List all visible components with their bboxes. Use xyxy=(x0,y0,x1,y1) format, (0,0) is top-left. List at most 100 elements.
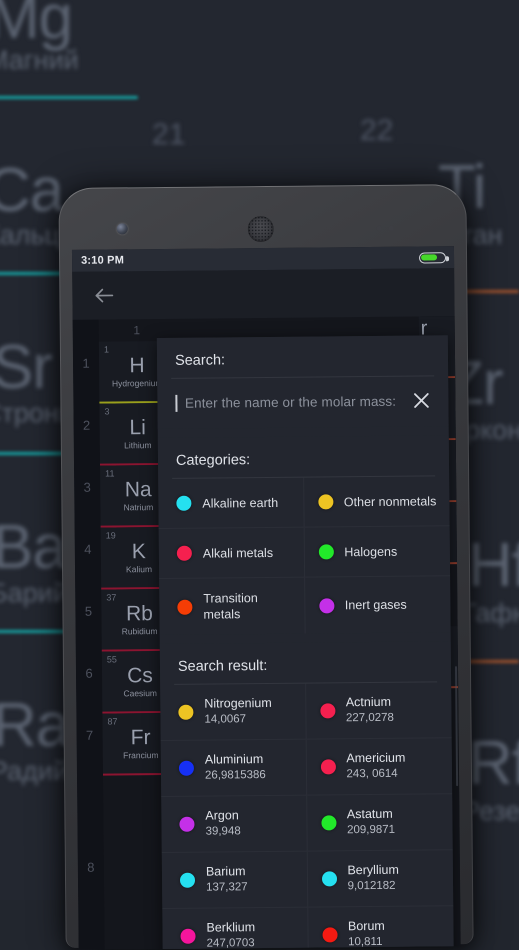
status-bar-clock: 3:10 PM xyxy=(81,254,124,266)
result-name: Nitrogenium xyxy=(204,695,272,712)
period-number-1: 1 xyxy=(73,356,99,371)
phone-device-frame: 3:10 PM 1 2 3 4 5 6 7 8 1 1 H xyxy=(58,184,473,948)
result-mass: 243, 0614 xyxy=(346,767,405,783)
category-color-dot xyxy=(177,546,192,561)
result-color-dot xyxy=(320,759,335,774)
result-name: Beryllium xyxy=(347,862,399,879)
earpiece-speaker-icon xyxy=(248,216,274,242)
category-color-dot xyxy=(319,598,334,613)
category-color-dot xyxy=(177,599,192,614)
front-camera-icon xyxy=(117,223,128,234)
result-item-astatum[interactable]: Astatum 209,9871 xyxy=(307,794,453,851)
result-item-actnium[interactable]: Actnium 227,0278 xyxy=(306,682,452,739)
result-color-dot xyxy=(322,927,337,942)
close-icon[interactable] xyxy=(410,389,432,411)
result-color-dot xyxy=(179,817,194,832)
result-mass: 209,9871 xyxy=(347,823,395,839)
category-label: Transition metals xyxy=(203,590,294,623)
categories-title: Categories: xyxy=(158,435,449,478)
category-item-alkaline-earth[interactable]: Alkaline earth xyxy=(158,478,304,529)
light-sensor-icon xyxy=(389,226,394,231)
result-name: Barium xyxy=(206,863,248,880)
result-name: Astatum xyxy=(347,806,395,823)
backdrop-rule-hf xyxy=(468,660,519,663)
result-item-borum[interactable]: Borum 10,811 xyxy=(308,906,454,950)
search-input-placeholder: Enter the name or the molar mass: xyxy=(185,393,403,410)
text-caret xyxy=(175,394,177,411)
result-item-berklium[interactable]: Berklium 247,0703 xyxy=(162,908,308,950)
result-color-dot xyxy=(321,871,336,886)
backdrop-symbol-ra: Ra xyxy=(0,690,69,761)
result-mass: 227,0278 xyxy=(346,711,394,727)
result-color-dot xyxy=(180,929,195,944)
category-label: Alkaline earth xyxy=(202,494,278,511)
search-title: Search: xyxy=(157,335,448,378)
period-number-8: 8 xyxy=(78,860,104,875)
result-name: Borum xyxy=(348,918,385,935)
category-label: Other nonmetals xyxy=(344,493,437,510)
result-name: Berklium xyxy=(206,919,255,936)
category-color-dot xyxy=(318,494,333,509)
result-color-dot xyxy=(320,703,335,718)
proximity-sensor-icon xyxy=(377,226,382,231)
result-name: Actnium xyxy=(346,694,394,711)
phone-screen: 3:10 PM 1 2 3 4 5 6 7 8 1 1 H xyxy=(72,246,461,950)
category-item-transition-metals[interactable]: Transition metals xyxy=(159,578,305,635)
result-item-americium[interactable]: Americium 243, 0614 xyxy=(306,738,452,795)
result-color-dot xyxy=(321,815,336,830)
result-name: Argon xyxy=(205,807,240,824)
search-result-title: Search result: xyxy=(160,641,451,684)
backdrop-symbol-sr: Sr xyxy=(0,332,52,403)
category-label: Halogens xyxy=(344,543,397,560)
result-mass: 26,9815386 xyxy=(205,768,266,784)
result-mass: 14,0067 xyxy=(204,712,272,728)
category-item-inert-gases[interactable]: Inert gases xyxy=(305,576,451,633)
categories-grid: Alkaline earth Other nonmetals Alkali me… xyxy=(158,476,450,635)
backdrop-symbol-ba: Ba xyxy=(0,512,66,583)
category-item-alkali-metals[interactable]: Alkali metals xyxy=(159,528,305,579)
period-number-3: 3 xyxy=(74,480,100,495)
result-mass: 9,012182 xyxy=(348,879,400,895)
result-item-nitrogenium[interactable]: Nitrogenium 14,0067 xyxy=(160,684,306,741)
category-label: Inert gases xyxy=(345,597,407,614)
app-bar xyxy=(72,268,454,320)
back-arrow-icon[interactable] xyxy=(92,283,116,307)
result-color-dot xyxy=(179,761,194,776)
period-number-5: 5 xyxy=(75,604,101,619)
period-number-4: 4 xyxy=(75,542,101,557)
period-number-7: 7 xyxy=(77,728,103,743)
result-item-beryllium[interactable]: Beryllium 9,012182 xyxy=(307,850,453,907)
backdrop-number-22: 22 xyxy=(360,114,393,148)
result-item-argon[interactable]: Argon 39,948 xyxy=(161,796,307,853)
categories-card: Categories: Alkaline earth Other nonmeta… xyxy=(158,435,451,635)
search-dialog: Search: Enter the name or the molar mass… xyxy=(157,335,454,950)
category-color-dot xyxy=(318,544,333,559)
backdrop-rule-mg xyxy=(0,96,138,99)
result-mass: 39,948 xyxy=(205,825,240,841)
backdrop-rule-ti xyxy=(460,290,519,293)
result-name: Americium xyxy=(346,750,405,767)
backdrop-symbol-hf: Hf xyxy=(468,530,519,601)
backdrop-name-ra: Радий xyxy=(0,756,68,787)
result-mass: 247,0703 xyxy=(207,936,256,949)
search-input[interactable]: Enter the name or the molar mass: xyxy=(157,376,448,429)
result-mass: 137,327 xyxy=(206,881,248,897)
search-result-card: Search result: Nitrogenium 14,0067 Actni… xyxy=(160,641,454,950)
category-color-dot xyxy=(176,496,191,511)
result-name: Aluminium xyxy=(205,751,266,768)
backdrop-name-ba: Барий xyxy=(0,578,68,609)
backdrop-number-21: 21 xyxy=(152,118,185,152)
period-number-2: 2 xyxy=(74,418,100,433)
category-item-other-nonmetals[interactable]: Other nonmetals xyxy=(304,476,450,527)
backdrop-symbol-ca: Ca xyxy=(0,155,63,226)
category-label: Alkali metals xyxy=(203,544,273,561)
period-number-6: 6 xyxy=(76,666,102,681)
battery-icon xyxy=(419,252,446,263)
backdrop-symbol-rf: Rf xyxy=(468,728,519,799)
search-card: Search: Enter the name or the molar mass… xyxy=(157,335,449,429)
category-item-halogens[interactable]: Halogens xyxy=(304,526,450,577)
result-color-dot xyxy=(180,873,195,888)
result-item-aluminium[interactable]: Aluminium 26,9815386 xyxy=(161,740,307,797)
search-result-grid: Nitrogenium 14,0067 Actnium 227,0278 xyxy=(160,682,454,950)
result-item-barium[interactable]: Barium 137,327 xyxy=(162,852,308,909)
